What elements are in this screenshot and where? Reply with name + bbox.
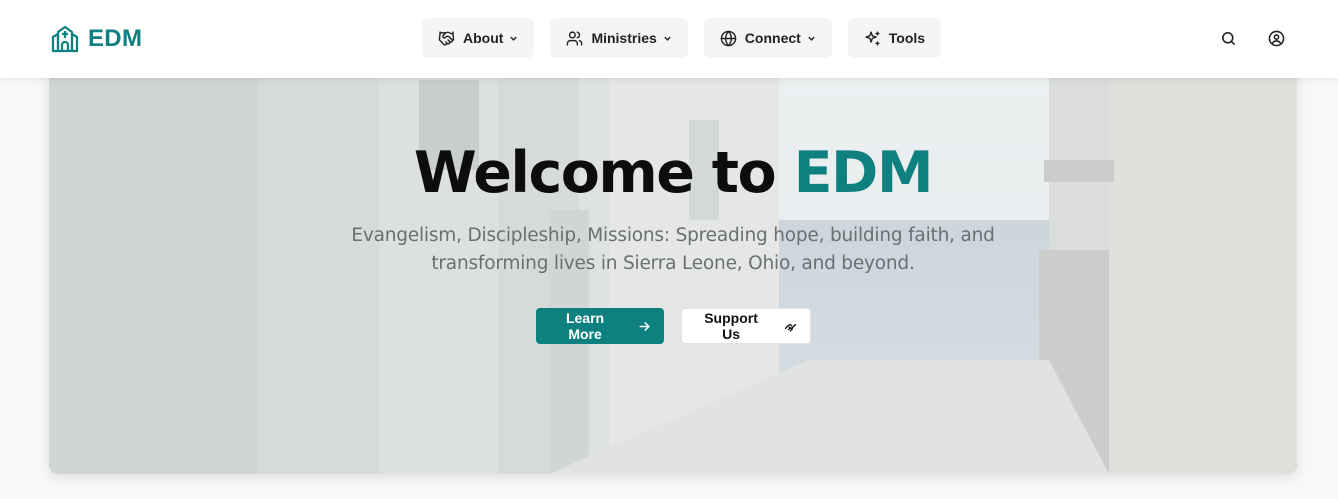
support-us-label: Support Us <box>704 310 758 342</box>
nav-actions <box>1218 24 1286 52</box>
search-button[interactable] <box>1218 24 1238 52</box>
globe-icon <box>720 30 737 46</box>
nav-label-tools: Tools <box>888 30 926 46</box>
hero-content: Welcome to EDM Evangelism, Discipleship,… <box>49 138 1297 344</box>
chevron-down-icon <box>510 36 518 41</box>
chevron-down-icon <box>664 36 671 41</box>
search-icon <box>1221 31 1235 45</box>
hero-section: Welcome to EDM Evangelism, Discipleship,… <box>49 60 1297 474</box>
hero-title: Welcome to EDM <box>49 138 1297 208</box>
users-icon <box>567 30 583 46</box>
handshake-icon <box>438 30 455 46</box>
nav-item-tools[interactable]: Tools <box>847 18 942 58</box>
hero-buttons: Learn More Support Us <box>49 308 1297 344</box>
nav-item-about[interactable]: About <box>422 18 535 58</box>
nav-label-ministries: Ministries <box>591 30 657 46</box>
handshake-icon <box>784 323 796 332</box>
learn-more-label: Learn More <box>565 310 605 342</box>
hero-title-accent: EDM <box>793 140 934 206</box>
arrow-right-icon <box>638 321 650 331</box>
brand-logo-link[interactable]: EDM <box>50 22 142 56</box>
nav-label-about: About <box>463 30 504 46</box>
hero-title-prefix: Welcome to <box>413 140 777 206</box>
hero-subtitle: Evangelism, Discipleship, Missions: Spre… <box>351 225 995 274</box>
navbar: EDM About Ministries Connect Tools <box>0 0 1338 78</box>
account-button[interactable] <box>1266 24 1286 52</box>
sparkles-icon <box>865 30 880 46</box>
church-icon <box>51 25 79 53</box>
learn-more-button[interactable]: Learn More <box>535 308 664 344</box>
support-us-button[interactable]: Support Us <box>680 308 811 344</box>
main-nav: About Ministries Connect Tools <box>422 18 942 58</box>
nav-item-ministries[interactable]: Ministries <box>550 18 688 58</box>
nav-item-connect[interactable]: Connect <box>703 18 832 58</box>
user-circle-icon <box>1268 30 1284 46</box>
brand-name: EDM <box>88 25 143 52</box>
nav-label-connect: Connect <box>744 30 801 46</box>
chevron-down-icon <box>808 36 815 41</box>
